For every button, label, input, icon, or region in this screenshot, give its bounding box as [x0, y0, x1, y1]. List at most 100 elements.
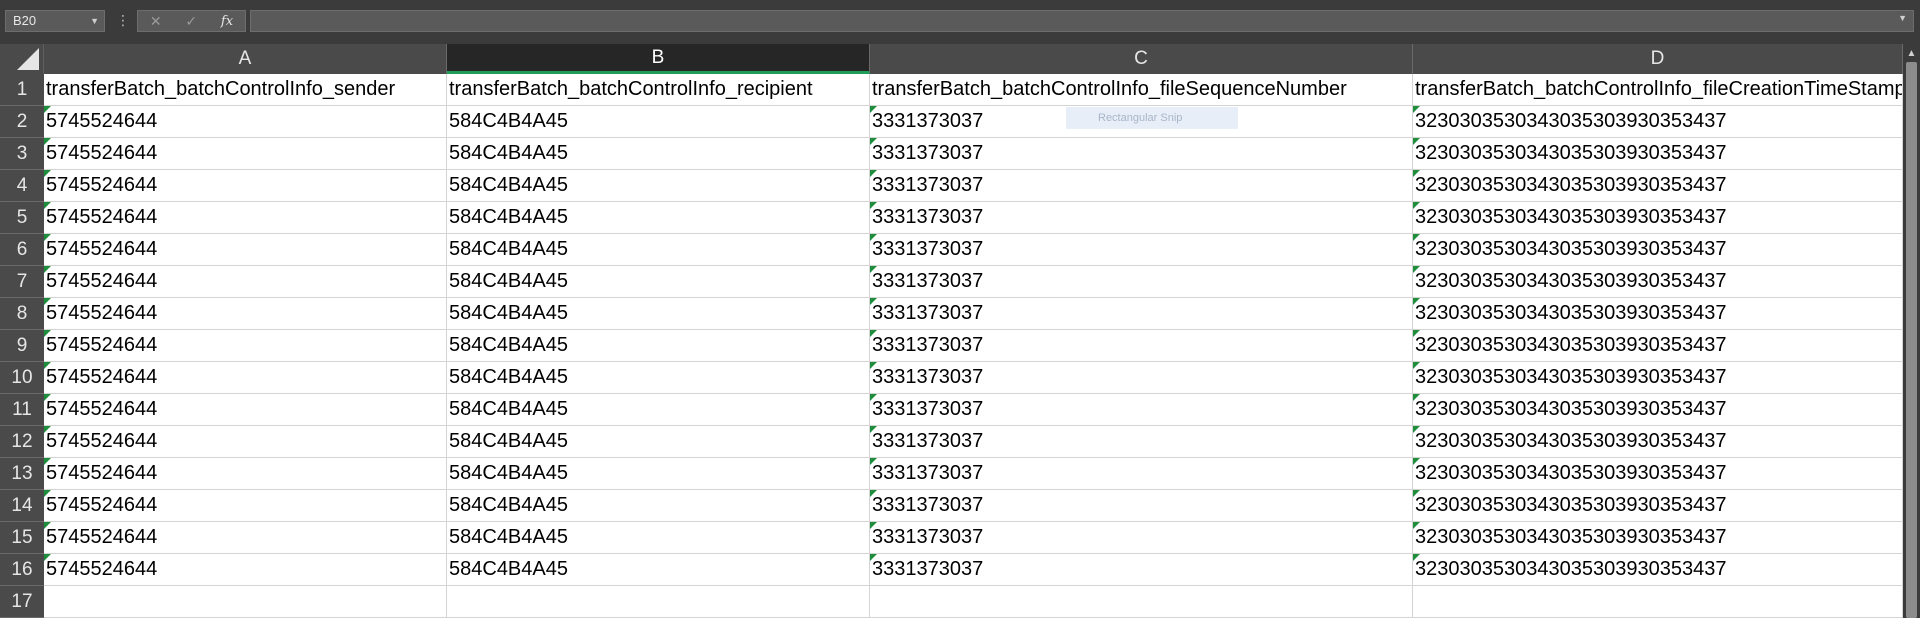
cell[interactable]: 3331373037: [870, 394, 1413, 426]
cell[interactable]: 5745524644: [44, 426, 447, 458]
cell[interactable]: 5745524644: [44, 362, 447, 394]
cell[interactable]: 3230303530343035303930353437: [1413, 330, 1903, 362]
cell[interactable]: [447, 586, 870, 618]
row-header-9[interactable]: 9: [0, 330, 44, 362]
cell[interactable]: 584C4B4A45: [447, 266, 870, 298]
cell[interactable]: 3230303530343035303930353437: [1413, 202, 1903, 234]
cell[interactable]: 3230303530343035303930353437: [1413, 426, 1903, 458]
cell[interactable]: transferBatch_batchControlInfo_sender: [44, 74, 447, 106]
cell[interactable]: 5745524644: [44, 394, 447, 426]
cell[interactable]: 5745524644: [44, 202, 447, 234]
cell[interactable]: 5745524644: [44, 266, 447, 298]
cell[interactable]: 3331373037: [870, 266, 1413, 298]
row-header-3[interactable]: 3: [0, 138, 44, 170]
row-header-8[interactable]: 8: [0, 298, 44, 330]
cell[interactable]: 5745524644: [44, 138, 447, 170]
cell[interactable]: 5745524644: [44, 522, 447, 554]
cell[interactable]: 584C4B4A45: [447, 234, 870, 266]
cell[interactable]: 3331373037: [870, 426, 1413, 458]
cell[interactable]: 5745524644: [44, 298, 447, 330]
cell[interactable]: transferBatch_batchControlInfo_fileSeque…: [870, 74, 1413, 106]
cell[interactable]: 3230303530343035303930353437: [1413, 458, 1903, 490]
cell[interactable]: 3230303530343035303930353437: [1413, 170, 1903, 202]
row-header-10[interactable]: 10: [0, 362, 44, 394]
cell[interactable]: 3331373037: [870, 554, 1413, 586]
expand-formula-icon[interactable]: ▼: [1898, 13, 1907, 23]
insert-function-icon[interactable]: fx: [221, 14, 233, 29]
cell[interactable]: 3331373037: [870, 298, 1413, 330]
cell[interactable]: 584C4B4A45: [447, 298, 870, 330]
select-all-button[interactable]: [0, 44, 44, 74]
cell[interactable]: 3331373037: [870, 234, 1413, 266]
cell[interactable]: 584C4B4A45: [447, 490, 870, 522]
cell[interactable]: 3230303530343035303930353437: [1413, 490, 1903, 522]
row-header-5[interactable]: 5: [0, 202, 44, 234]
cell[interactable]: 3230303530343035303930353437: [1413, 298, 1903, 330]
cell[interactable]: 5745524644: [44, 234, 447, 266]
column-header-c[interactable]: C: [870, 44, 1413, 74]
cell[interactable]: 584C4B4A45: [447, 330, 870, 362]
cell[interactable]: 3331373037: [870, 170, 1413, 202]
cell[interactable]: 5745524644: [44, 106, 447, 138]
cell[interactable]: 3331373037: [870, 362, 1413, 394]
cell[interactable]: 3331373037: [870, 202, 1413, 234]
cell[interactable]: 584C4B4A45: [447, 426, 870, 458]
scroll-thumb[interactable]: [1906, 62, 1917, 618]
cell[interactable]: 584C4B4A45: [447, 458, 870, 490]
cell[interactable]: [870, 586, 1413, 618]
cell[interactable]: 5745524644: [44, 490, 447, 522]
cell[interactable]: 5745524644: [44, 458, 447, 490]
scroll-up-icon[interactable]: ▲: [1903, 48, 1920, 59]
column-header-b[interactable]: B: [447, 44, 870, 74]
column-header-d[interactable]: D: [1413, 44, 1903, 74]
row-header-14[interactable]: 14: [0, 490, 44, 522]
enter-icon[interactable]: ✓: [185, 13, 197, 30]
cell[interactable]: 584C4B4A45: [447, 554, 870, 586]
cell[interactable]: 3230303530343035303930353437: [1413, 394, 1903, 426]
row-header-13[interactable]: 13: [0, 458, 44, 490]
row-header-15[interactable]: 15: [0, 522, 44, 554]
cell[interactable]: 3230303530343035303930353437: [1413, 138, 1903, 170]
cell[interactable]: 3230303530343035303930353437: [1413, 234, 1903, 266]
cell[interactable]: 3230303530343035303930353437: [1413, 554, 1903, 586]
name-box[interactable]: B20 ▼: [5, 10, 105, 32]
cell[interactable]: 3230303530343035303930353437: [1413, 106, 1903, 138]
row-header-7[interactable]: 7: [0, 266, 44, 298]
cell[interactable]: 584C4B4A45: [447, 522, 870, 554]
cell[interactable]: 584C4B4A45: [447, 362, 870, 394]
cell[interactable]: 3331373037: [870, 490, 1413, 522]
cell[interactable]: 584C4B4A45: [447, 138, 870, 170]
cell[interactable]: [1413, 586, 1903, 618]
cell[interactable]: [44, 586, 447, 618]
cell[interactable]: 584C4B4A45: [447, 170, 870, 202]
row-header-16[interactable]: 16: [0, 554, 44, 586]
more-options-icon[interactable]: ⋮: [116, 10, 130, 32]
vertical-scrollbar[interactable]: ▲: [1903, 44, 1920, 618]
row-header-4[interactable]: 4: [0, 170, 44, 202]
cell[interactable]: 3331373037: [870, 330, 1413, 362]
cell[interactable]: 3331373037: [870, 458, 1413, 490]
cell[interactable]: 3230303530343035303930353437: [1413, 362, 1903, 394]
cell[interactable]: 3331373037: [870, 138, 1413, 170]
cell[interactable]: 3331373037: [870, 522, 1413, 554]
cell[interactable]: 5745524644: [44, 330, 447, 362]
row-header-11[interactable]: 11: [0, 394, 44, 426]
cell[interactable]: 3230303530343035303930353437: [1413, 522, 1903, 554]
cell[interactable]: 3230303530343035303930353437: [1413, 266, 1903, 298]
cell[interactable]: 5745524644: [44, 170, 447, 202]
column-header-a[interactable]: A: [44, 44, 447, 74]
cell[interactable]: 5745524644: [44, 554, 447, 586]
cell[interactable]: 584C4B4A45: [447, 106, 870, 138]
row-header-1[interactable]: 1: [0, 74, 44, 106]
cell[interactable]: transferBatch_batchControlInfo_fileCreat…: [1413, 74, 1903, 106]
row-header-6[interactable]: 6: [0, 234, 44, 266]
formula-input[interactable]: ▼: [250, 10, 1914, 32]
cancel-icon[interactable]: ✕: [150, 13, 162, 30]
row-header-17[interactable]: 17: [0, 586, 44, 618]
cell[interactable]: 584C4B4A45: [447, 394, 870, 426]
row-header-2[interactable]: 2: [0, 106, 44, 138]
chevron-down-icon[interactable]: ▼: [90, 11, 99, 31]
cell[interactable]: transferBatch_batchControlInfo_recipient: [447, 74, 870, 106]
cell[interactable]: 584C4B4A45: [447, 202, 870, 234]
row-header-12[interactable]: 12: [0, 426, 44, 458]
